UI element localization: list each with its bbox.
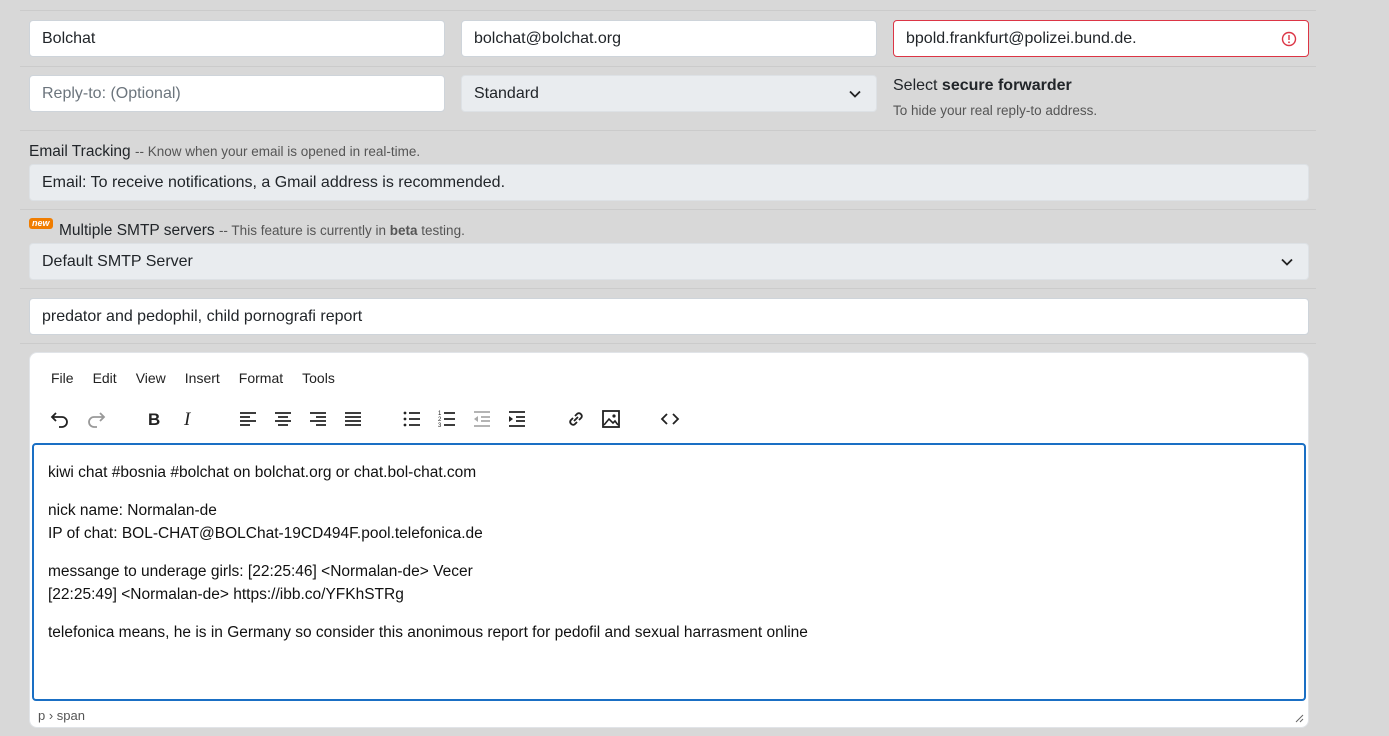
image-button[interactable]: [597, 405, 625, 433]
align-left-icon: [240, 412, 256, 426]
numbered-list-button[interactable]: 123: [433, 405, 461, 433]
smtp-selected-value: Default SMTP Server: [42, 253, 193, 270]
subject-value: predator and pedophil, child pornografi …: [42, 308, 363, 325]
source-code-button[interactable]: [656, 405, 684, 433]
italic-button[interactable]: I: [175, 405, 203, 433]
smtp-hint-suffix: testing.: [421, 223, 465, 238]
content-paragraph: nick name: Normalan-de IP of chat: BOL-CH…: [48, 499, 1290, 545]
menu-insert[interactable]: Insert: [185, 370, 220, 386]
content-paragraph: messange to underage girls: [22:25:46] <…: [48, 560, 1290, 606]
tracking-email-field[interactable]: Email: To receive notifications, a Gmail…: [29, 164, 1309, 201]
menu-view[interactable]: View: [136, 370, 166, 386]
redo-button[interactable]: [82, 405, 110, 433]
outdent-button[interactable]: [468, 405, 496, 433]
align-right-icon: [310, 412, 326, 426]
menu-tools[interactable]: Tools: [302, 370, 335, 386]
svg-text:B: B: [148, 410, 160, 429]
smtp-label: Multiple SMTP servers -- This feature is…: [59, 222, 465, 240]
italic-icon: I: [183, 409, 192, 430]
resize-handle-icon[interactable]: [1294, 713, 1304, 723]
svg-text:3: 3: [438, 423, 442, 429]
content-line: [22:25:49] <Normalan-de> https://ibb.co/…: [48, 586, 404, 603]
smtp-hint: -- This feature is currently in beta tes…: [219, 223, 465, 238]
forwarder-selected-value: Standard: [474, 85, 539, 102]
editor-menubar: File Edit View Insert Format Tools: [51, 370, 354, 386]
align-right-button[interactable]: [304, 405, 332, 433]
image-icon: [602, 410, 620, 428]
menu-format[interactable]: Format: [239, 370, 283, 386]
editor-statusbar-path: p › span: [38, 708, 85, 723]
subject-field[interactable]: predator and pedophil, child pornografi …: [29, 298, 1309, 335]
chevron-down-icon: [849, 90, 861, 98]
content-paragraph: telefonica means, he is in Germany so co…: [48, 621, 1290, 644]
tracking-title: Email Tracking: [29, 143, 131, 160]
outdent-icon: [474, 411, 490, 427]
content-line: messange to underage girls: [22:25:46] <…: [48, 563, 473, 580]
menu-edit[interactable]: Edit: [93, 370, 117, 386]
content-line: IP of chat: BOL-CHAT@BOLChat-19CD494F.po…: [48, 525, 483, 542]
align-justify-button[interactable]: [339, 405, 367, 433]
recipient-email-field[interactable]: bpold.frankfurt@polizei.bund.de.: [893, 20, 1309, 57]
error-icon: [1281, 31, 1297, 47]
tracking-label: Email Tracking -- Know when your email i…: [29, 143, 420, 161]
sender-name-field[interactable]: Bolchat: [29, 20, 445, 57]
new-badge: new: [29, 218, 53, 229]
undo-icon: [50, 412, 68, 428]
content-paragraph: kiwi chat #bosnia #bolchat on bolchat.or…: [48, 461, 1290, 484]
content-line: nick name: Normalan-de: [48, 502, 217, 519]
source-code-icon: [660, 413, 680, 425]
chevron-down-icon: [1281, 258, 1293, 266]
indent-icon: [509, 411, 525, 427]
bullet-list-icon: [403, 411, 420, 427]
sender-email-field[interactable]: bolchat@bolchat.org: [461, 20, 877, 57]
smtp-hint-bold: beta: [389, 223, 418, 238]
svg-text:I: I: [183, 409, 192, 430]
bullet-list-button[interactable]: [398, 405, 426, 433]
menu-file[interactable]: File: [51, 370, 74, 386]
forwarder-title-bold: secure forwarder: [941, 77, 1072, 94]
editor-content-area[interactable]: kiwi chat #bosnia #bolchat on bolchat.or…: [32, 443, 1306, 701]
redo-icon: [88, 412, 106, 428]
rich-text-editor: File Edit View Insert Format Tools B I 1…: [29, 352, 1309, 728]
reply-to-placeholder: Reply-to: (Optional): [42, 85, 181, 102]
align-left-button[interactable]: [234, 405, 262, 433]
sender-name-value: Bolchat: [42, 30, 96, 47]
smtp-hint-prefix: -- This feature is currently in: [218, 223, 386, 238]
align-center-button[interactable]: [269, 405, 297, 433]
numbered-list-icon: 123: [438, 411, 455, 429]
link-icon: [569, 412, 583, 426]
smtp-server-select[interactable]: Default SMTP Server: [29, 243, 1309, 280]
content-line: kiwi chat #bosnia #bolchat on bolchat.or…: [48, 464, 477, 481]
recipient-email-value: bpold.frankfurt@polizei.bund.de.: [906, 30, 1137, 47]
smtp-title: Multiple SMTP servers: [59, 222, 215, 239]
reply-to-field[interactable]: Reply-to: (Optional): [29, 75, 445, 112]
undo-button[interactable]: [46, 405, 74, 433]
align-center-icon: [275, 412, 291, 426]
forwarder-hint: To hide your real reply-to address.: [893, 103, 1098, 118]
forwarder-title: Select secure forwarder: [893, 77, 1072, 95]
forwarder-select[interactable]: Standard: [461, 75, 877, 112]
tracking-hint: -- Know when your email is opened in rea…: [134, 144, 421, 159]
link-button[interactable]: [562, 405, 590, 433]
forwarder-title-prefix: Select: [893, 77, 938, 94]
align-justify-icon: [345, 412, 361, 426]
bold-icon: B: [148, 410, 160, 429]
indent-button[interactable]: [503, 405, 531, 433]
content-line: telefonica means, he is in Germany so co…: [48, 624, 808, 641]
sender-email-value: bolchat@bolchat.org: [474, 30, 621, 47]
bold-button[interactable]: B: [140, 405, 168, 433]
tracking-email-value: Email: To receive notifications, a Gmail…: [42, 174, 506, 191]
